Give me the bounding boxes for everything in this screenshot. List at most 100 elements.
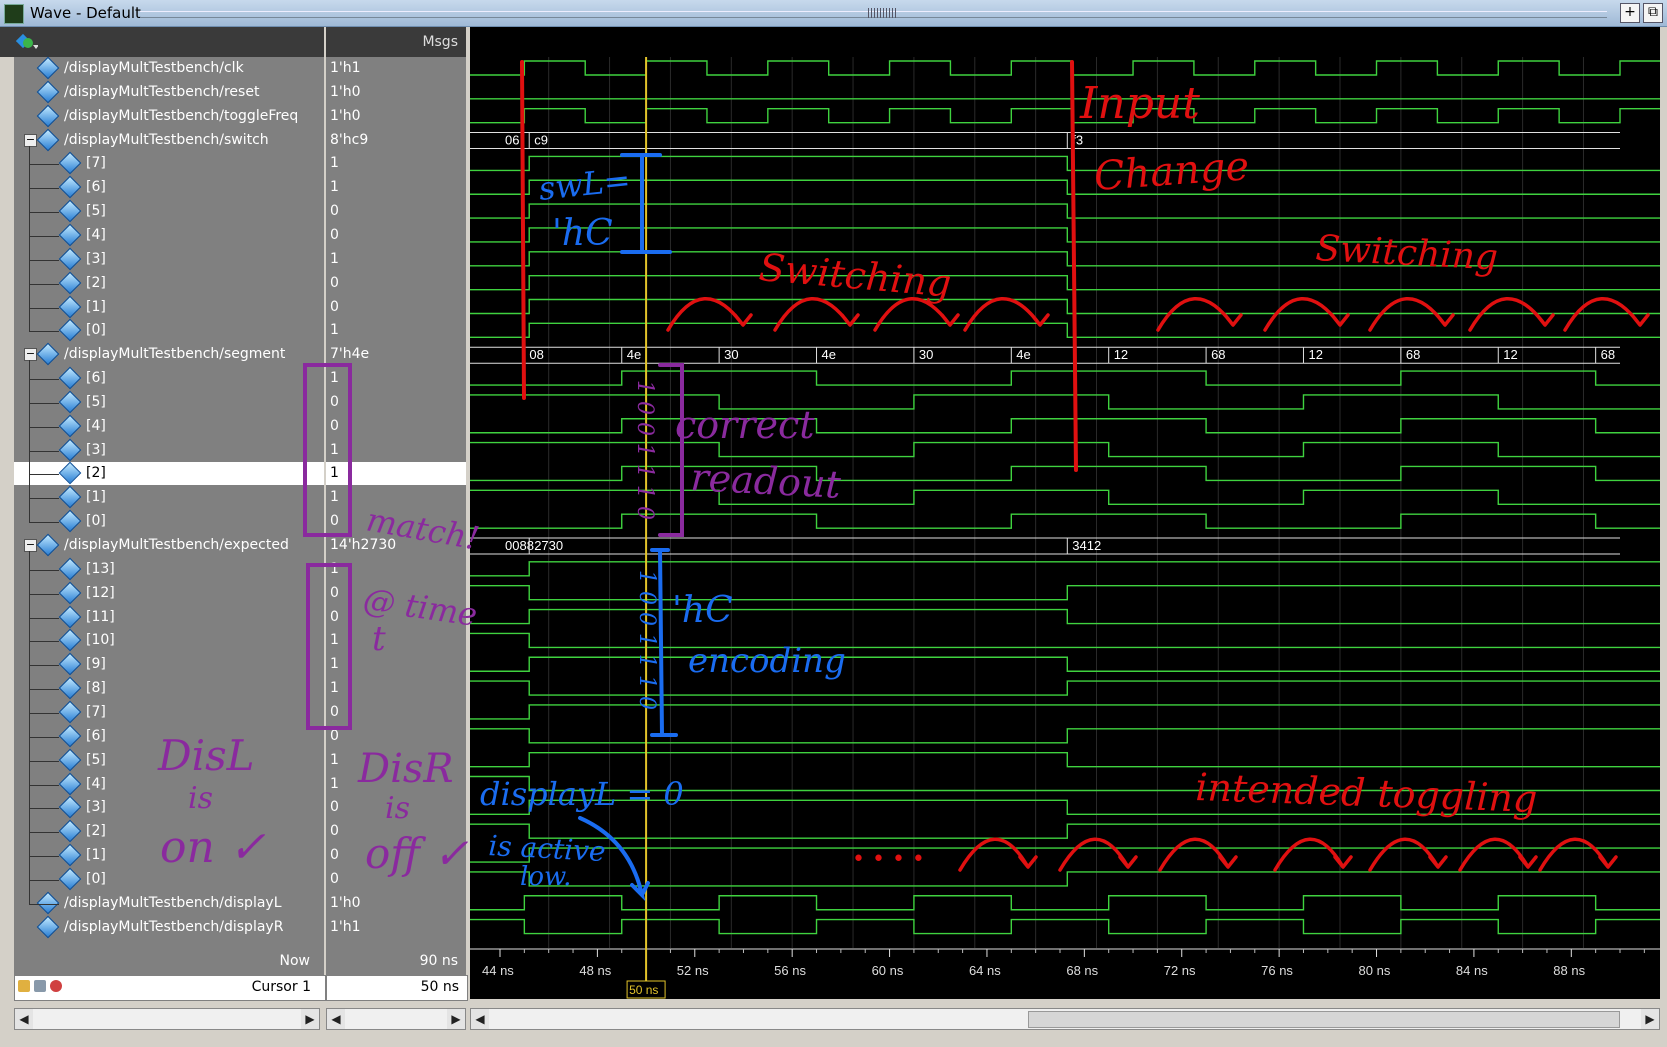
- signal-row[interactable]: /displayMultTestbench/displayL: [14, 891, 324, 915]
- edit-cursor-icon[interactable]: [34, 980, 46, 992]
- signal-row[interactable]: [0]: [14, 867, 324, 891]
- signal-row[interactable]: − /displayMultTestbench/expected: [14, 533, 324, 557]
- signal-row[interactable]: − /displayMultTestbench/segment: [14, 342, 324, 366]
- signal-row[interactable]: [5]: [14, 748, 324, 772]
- float-window-button[interactable]: ⧉: [1643, 3, 1663, 23]
- signal-row[interactable]: [4]: [14, 772, 324, 796]
- signal-value-row: 0: [326, 820, 466, 843]
- signal-row[interactable]: /displayMultTestbench/reset: [14, 80, 324, 104]
- signal-row[interactable]: [5]: [14, 199, 324, 223]
- scroll-right-arrow[interactable]: ▶: [301, 1009, 319, 1029]
- waveform-canvas[interactable]: 06 c9 f308 4e 30 4e 30 4e 12 68 12 68 12 680088 2730 34…: [470, 57, 1660, 948]
- signal-waveform: [470, 179, 1660, 195]
- drag-grip[interactable]: [868, 8, 898, 18]
- signal-icon: [58, 557, 82, 581]
- time-tick-label: 56 ns: [774, 963, 806, 978]
- signal-icon: [58, 414, 82, 438]
- cursor-value[interactable]: 50 ns: [326, 975, 468, 1001]
- signal-row[interactable]: [6]: [14, 175, 324, 199]
- scroll-left-arrow[interactable]: ◀: [471, 1009, 489, 1029]
- signal-waveform: [470, 203, 1660, 219]
- signal-row[interactable]: [3]: [14, 247, 324, 271]
- collapse-toggle[interactable]: −: [24, 133, 37, 147]
- signal-row[interactable]: [3]: [14, 438, 324, 462]
- signal-row[interactable]: [2]: [14, 462, 324, 486]
- signal-row[interactable]: /displayMultTestbench/toggleFreq: [14, 104, 324, 128]
- signal-row[interactable]: [7]: [14, 700, 324, 724]
- signal-value: 1'h0: [330, 83, 361, 100]
- signal-row[interactable]: [4]: [14, 414, 324, 438]
- signal-waveform: [470, 489, 1660, 505]
- signal-value-row: 1'h0: [326, 892, 466, 915]
- delete-cursor-icon[interactable]: [50, 980, 62, 992]
- status-area: Now 90 ns Cursor 1 50 ns 44 ns 48 ns 52 ns…: [0, 948, 1667, 1047]
- signal-waveform: [470, 251, 1660, 267]
- signal-value: 0: [330, 417, 339, 434]
- signal-value-row: 0: [326, 796, 466, 819]
- bus-value-label: f3: [1072, 133, 1083, 148]
- signal-row[interactable]: /displayMultTestbench/displayR: [14, 915, 324, 939]
- signal-name: [2]: [86, 823, 106, 840]
- signal-menu-icon[interactable]: [16, 33, 38, 51]
- signal-row[interactable]: /displayMultTestbench/clk: [14, 56, 324, 80]
- collapse-toggle[interactable]: −: [24, 348, 37, 362]
- signal-row[interactable]: [2]: [14, 819, 324, 843]
- scroll-left-arrow[interactable]: ◀: [327, 1009, 345, 1029]
- signal-name-pane[interactable]: /displayMultTestbench/clk/displayMultTes…: [14, 56, 324, 957]
- signal-row[interactable]: [3]: [14, 796, 324, 819]
- signal-icon: [58, 485, 82, 509]
- signal-value-row: 0: [326, 606, 466, 629]
- wave-pane-scrollbar[interactable]: ◀ ▶: [470, 1008, 1660, 1030]
- signal-waveform: [470, 704, 1660, 720]
- signal-value-row: 1: [326, 749, 466, 772]
- time-axis[interactable]: 44 ns 48 ns 52 ns 56 ns 60 ns 64 ns 68 ns 72 ns…: [470, 948, 1660, 999]
- waveform-pane[interactable]: 06 c9 f3 08 4e 30 4e 30 4e 12 68 12 68 12 68 0088 2730 34…: [470, 57, 1660, 948]
- msgs-pane-scrollbar[interactable]: ◀ ▶: [326, 1008, 466, 1030]
- signal-icon: [36, 915, 60, 938]
- bus-value-label: 08: [529, 347, 543, 362]
- signal-row[interactable]: [11]: [14, 605, 324, 629]
- signal-row[interactable]: [4]: [14, 223, 324, 247]
- signal-row[interactable]: [8]: [14, 676, 324, 700]
- msgs-column-header: Msgs: [326, 27, 466, 57]
- bus-value-label: 30: [919, 347, 933, 362]
- signal-icon: [58, 295, 82, 318]
- collapse-toggle[interactable]: −: [24, 539, 37, 552]
- signal-row[interactable]: [1]: [14, 295, 324, 319]
- title-bar: Wave - Default + ⧉: [0, 0, 1667, 27]
- signal-row[interactable]: [0]: [14, 509, 324, 533]
- scroll-left-arrow[interactable]: ◀: [15, 1009, 33, 1029]
- signal-name: [11]: [86, 608, 115, 625]
- scroll-thumb[interactable]: [1028, 1011, 1620, 1028]
- scroll-right-arrow[interactable]: ▶: [1641, 1009, 1659, 1029]
- signal-value-row: 1'h0: [326, 105, 466, 128]
- signal-row[interactable]: [6]: [14, 366, 324, 390]
- signal-row[interactable]: [6]: [14, 724, 324, 748]
- signal-row[interactable]: [13]: [14, 557, 324, 581]
- lock-icon[interactable]: [18, 980, 30, 992]
- signal-row[interactable]: [0]: [14, 319, 324, 342]
- signal-value-row: 1: [326, 653, 466, 676]
- signal-row[interactable]: [9]: [14, 652, 324, 676]
- signal-value-row: 1: [326, 629, 466, 652]
- signal-icon: [36, 342, 60, 366]
- bus-value-label: 68: [1406, 347, 1420, 362]
- name-pane-scrollbar[interactable]: ◀ ▶: [14, 1008, 320, 1030]
- signal-row[interactable]: [1]: [14, 485, 324, 509]
- signal-waveform: [470, 418, 1660, 434]
- signal-row[interactable]: [12]: [14, 581, 324, 605]
- signal-value: 1'h0: [330, 107, 361, 124]
- signal-row[interactable]: [5]: [14, 390, 324, 414]
- signal-name: [5]: [86, 393, 106, 410]
- add-button[interactable]: +: [1620, 3, 1640, 23]
- signal-row[interactable]: [10]: [14, 629, 324, 652]
- signal-row[interactable]: [7]: [14, 152, 324, 175]
- signal-value-row: 1'h0: [326, 81, 466, 104]
- signal-row[interactable]: [1]: [14, 843, 324, 867]
- scroll-right-arrow[interactable]: ▶: [447, 1009, 465, 1029]
- signal-row[interactable]: [2]: [14, 271, 324, 295]
- bus-value-label: 4e: [1016, 347, 1030, 362]
- signal-value: 1: [330, 560, 339, 577]
- signal-row[interactable]: − /displayMultTestbench/switch: [14, 128, 324, 152]
- bus-value-label: c9: [534, 133, 548, 148]
